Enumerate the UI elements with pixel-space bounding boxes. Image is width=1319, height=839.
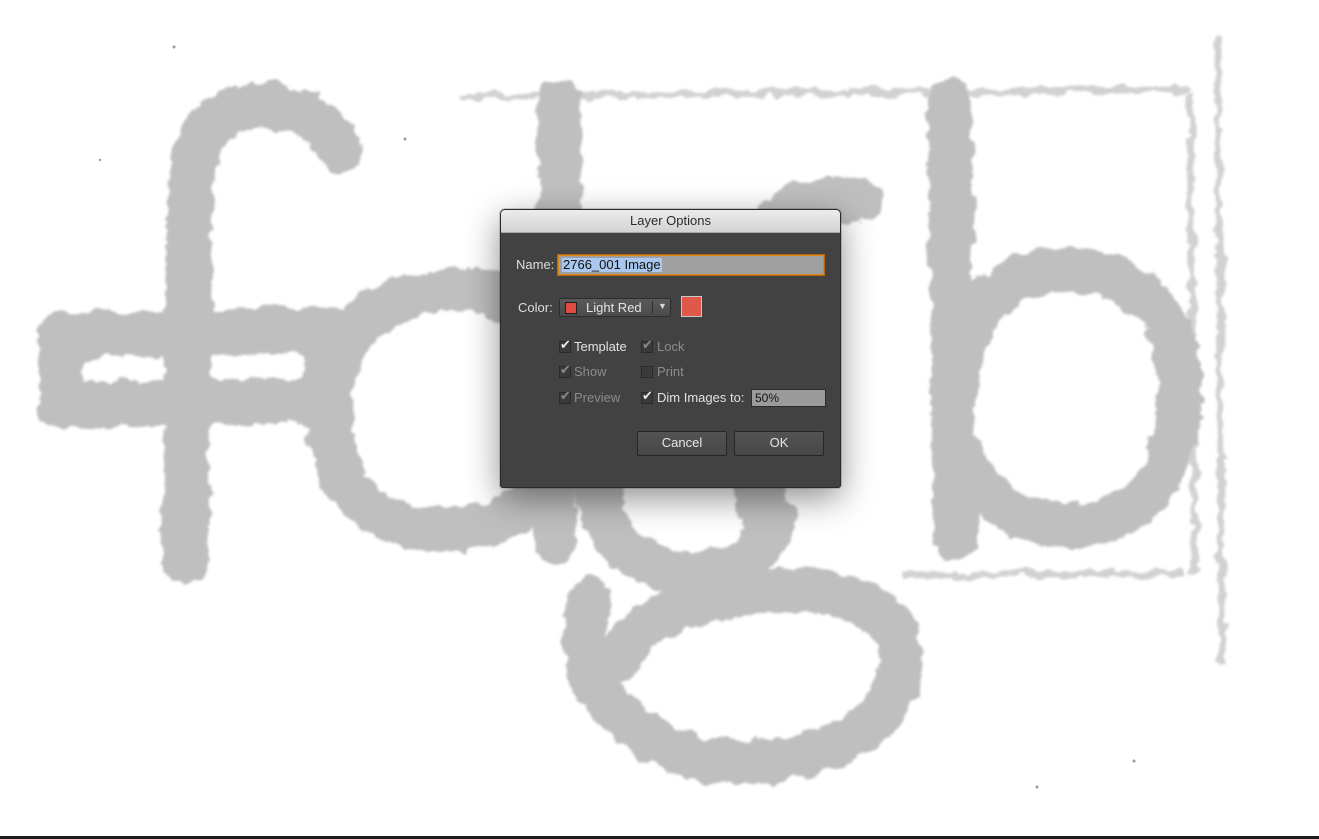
color-swatch-icon — [565, 302, 577, 314]
sketch-letter-b — [928, 78, 1203, 562]
layer-options-dialog: Layer Options Name: 2766_001 Image Color… — [500, 209, 841, 488]
color-dropdown[interactable]: Light Red ▼ — [559, 298, 671, 317]
dim-images-field[interactable]: 50% — [751, 389, 826, 407]
checkmark-icon: ✔ — [560, 362, 571, 377]
ok-button[interactable]: OK — [734, 431, 824, 456]
print-checkbox[interactable] — [641, 366, 653, 378]
checkmark-icon: ✔ — [642, 388, 653, 403]
color-label: Color: — [518, 300, 553, 315]
name-label: Name: — [516, 257, 555, 272]
preview-label: Preview — [574, 390, 621, 405]
color-picker-swatch[interactable] — [681, 296, 702, 317]
name-field-value: 2766_001 Image — [562, 257, 662, 272]
preview-checkbox[interactable]: ✔ — [559, 388, 571, 404]
lock-label: Lock — [657, 339, 685, 354]
color-dropdown-value: Light Red — [586, 300, 642, 315]
dim-images-label: Dim Images to: — [657, 390, 745, 405]
checkmark-icon: ✔ — [560, 337, 571, 352]
print-label: Print — [657, 364, 684, 379]
dim-images-checkbox[interactable]: ✔ — [641, 388, 653, 404]
dropdown-arrow-icon: ▼ — [658, 301, 667, 311]
dropdown-separator — [652, 301, 653, 314]
show-checkbox[interactable]: ✔ — [559, 362, 571, 378]
show-label: Show — [574, 364, 607, 379]
checkmark-icon: ✔ — [560, 388, 571, 403]
template-checkbox[interactable]: ✔ — [559, 337, 571, 353]
template-label: Template — [574, 339, 627, 354]
name-field[interactable]: 2766_001 Image — [558, 255, 824, 275]
checkmark-icon: ✔ — [642, 337, 653, 352]
dialog-title: Layer Options — [501, 210, 840, 233]
lock-checkbox[interactable]: ✔ — [641, 337, 653, 353]
sketch-letter-f — [37, 82, 363, 583]
cancel-button[interactable]: Cancel — [637, 431, 727, 456]
